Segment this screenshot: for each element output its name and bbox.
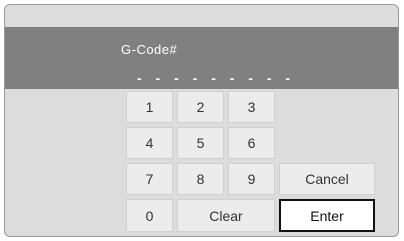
key-8[interactable]: 8 bbox=[177, 163, 224, 195]
key-3[interactable]: 3 bbox=[228, 91, 275, 123]
key-6[interactable]: 6 bbox=[228, 127, 275, 159]
enter-button[interactable]: Enter bbox=[279, 199, 375, 232]
key-0[interactable]: 0 bbox=[126, 199, 173, 232]
key-4[interactable]: 4 bbox=[126, 127, 173, 159]
clear-button[interactable]: Clear bbox=[177, 199, 275, 232]
gcode-entry-screen: G-Code# - - - - - - - - - 1 2 3 4 5 6 7 … bbox=[4, 4, 399, 237]
gcode-label: G-Code# bbox=[121, 42, 178, 57]
cancel-button[interactable]: Cancel bbox=[279, 163, 375, 195]
key-9[interactable]: 9 bbox=[228, 163, 275, 195]
key-7[interactable]: 7 bbox=[126, 163, 173, 195]
key-2[interactable]: 2 bbox=[177, 91, 224, 123]
code-entry-header: G-Code# - - - - - - - - - bbox=[5, 27, 398, 89]
key-1[interactable]: 1 bbox=[126, 91, 173, 123]
key-5[interactable]: 5 bbox=[177, 127, 224, 159]
gcode-input-display[interactable]: - - - - - - - - - bbox=[137, 70, 295, 86]
